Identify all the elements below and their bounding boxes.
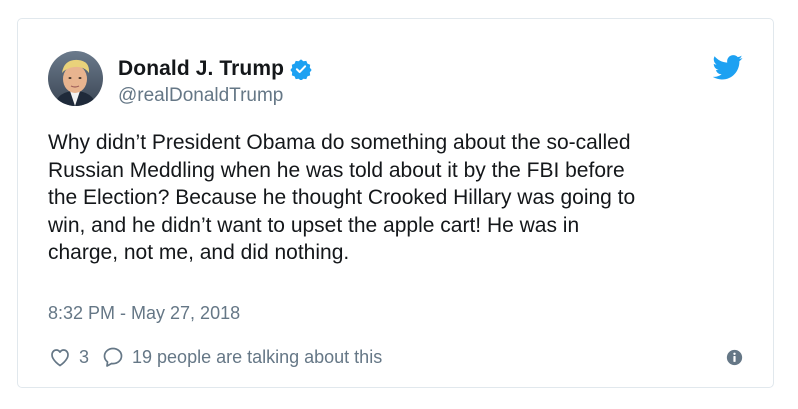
author-handle[interactable]: @realDonaldTrump — [118, 85, 283, 107]
info-icon[interactable] — [726, 349, 743, 366]
author-name-row: Donald J. Trump — [118, 55, 312, 83]
tweet-card[interactable]: Donald J. Trump @realDonaldTrump Why did… — [17, 18, 774, 388]
author-display-name[interactable]: Donald J. Trump — [118, 57, 284, 81]
avatar-photo-icon — [48, 51, 103, 106]
talking-about-link[interactable]: 19 people are talking about this — [132, 347, 382, 368]
tweet-text: Why didn’t President Obama do something … — [48, 131, 636, 264]
verified-badge-icon — [290, 58, 312, 81]
tweet-timestamp[interactable]: 8:32 PM - May 27, 2018 — [48, 303, 240, 324]
heart-icon[interactable] — [48, 345, 72, 369]
avatar[interactable] — [48, 51, 103, 106]
twitter-bird-icon[interactable] — [712, 55, 743, 80]
like-count: 3 — [79, 346, 90, 367]
tweet-actions: 3 19 people are talking about this — [48, 344, 382, 370]
reply-bubble-icon[interactable] — [101, 345, 125, 369]
